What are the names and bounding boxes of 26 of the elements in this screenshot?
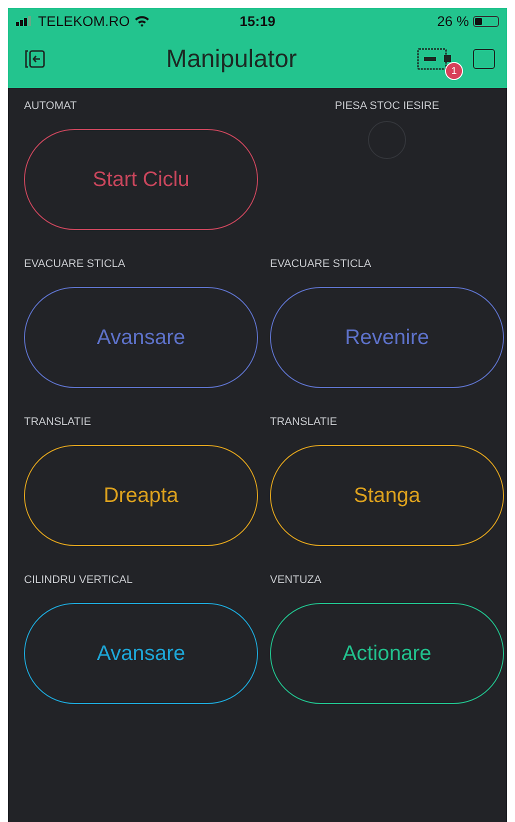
wifi-icon bbox=[134, 15, 150, 27]
app-title: Manipulator bbox=[165, 44, 298, 74]
widget-label: CILINDRU VERTICAL bbox=[24, 574, 133, 586]
status-time: 15:19 bbox=[240, 13, 276, 29]
widget-label: AUTOMAT bbox=[24, 100, 77, 112]
widget-label: TRANSLATIE bbox=[24, 416, 92, 428]
push-button[interactable]: Actionare bbox=[270, 603, 504, 704]
widget-label: EVACUARE STICLA bbox=[24, 258, 126, 270]
widget-label: VENTUZA bbox=[270, 574, 322, 586]
widget-label: PIESA STOC IESIRE bbox=[334, 100, 440, 112]
push-button[interactable]: Stanga bbox=[270, 445, 504, 546]
push-button[interactable]: Avansare bbox=[24, 287, 258, 388]
menu-icon[interactable] bbox=[473, 49, 495, 69]
push-button[interactable]: Dreapta bbox=[24, 445, 258, 546]
carrier-name: TELEKOM.RO bbox=[38, 13, 130, 29]
device-icon[interactable] bbox=[417, 48, 453, 70]
widget-label: TRANSLATIE bbox=[270, 416, 338, 428]
widget-label: EVACUARE STICLA bbox=[270, 258, 372, 270]
battery-percent: 26 % bbox=[437, 13, 469, 29]
signal-icon bbox=[16, 16, 34, 26]
push-button[interactable]: Start Ciclu bbox=[24, 129, 258, 230]
push-button[interactable]: Revenire bbox=[270, 287, 504, 388]
exit-icon[interactable] bbox=[24, 49, 46, 69]
battery-icon bbox=[473, 16, 499, 26]
push-button[interactable]: Avansare bbox=[24, 603, 258, 704]
notification-badge: 1 bbox=[445, 62, 463, 80]
